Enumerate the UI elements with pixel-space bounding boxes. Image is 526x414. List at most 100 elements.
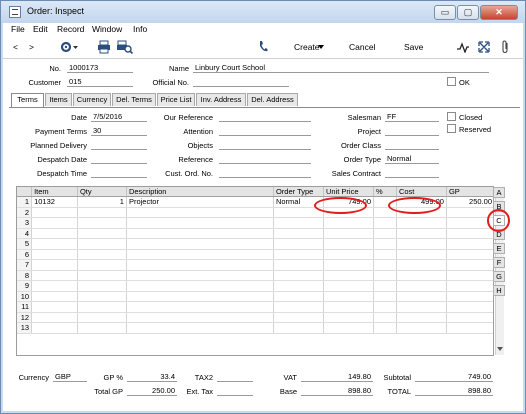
unit-price-cell[interactable]: [323, 238, 375, 250]
table-row[interactable]: 5: [17, 238, 493, 250]
gear-icon[interactable]: [59, 40, 79, 54]
ok-checkbox[interactable]: [447, 77, 456, 86]
unit-price-cell[interactable]: [323, 322, 375, 334]
project-field[interactable]: [385, 126, 439, 136]
cost-cell[interactable]: [396, 322, 447, 334]
objects-field[interactable]: [219, 140, 311, 150]
order-type-cell[interactable]: [273, 228, 324, 239]
close-button[interactable]: ✕: [480, 5, 518, 20]
description-cell[interactable]: [126, 280, 274, 292]
gp-cell[interactable]: [446, 312, 493, 323]
description-cell[interactable]: [126, 238, 274, 250]
qty-cell[interactable]: [77, 249, 127, 260]
cost-cell[interactable]: [396, 228, 447, 239]
menu-file[interactable]: File: [11, 24, 25, 34]
table-row[interactable]: 3: [17, 217, 493, 229]
percent-cell[interactable]: [373, 291, 397, 302]
table-row[interactable]: 6: [17, 249, 493, 260]
tab-price-list[interactable]: Price List: [157, 93, 195, 106]
save-button[interactable]: Save: [404, 42, 423, 52]
cost-cell[interactable]: [396, 238, 447, 250]
order-type-cell[interactable]: [273, 249, 324, 260]
table-row[interactable]: 11: [17, 301, 493, 313]
gp-cell[interactable]: [446, 228, 493, 239]
qty-cell[interactable]: [77, 312, 127, 323]
unit-price-cell[interactable]: [323, 301, 375, 313]
col-qty[interactable]: Qty: [77, 187, 127, 197]
col-item[interactable]: Item: [31, 187, 78, 197]
reserved-checkbox[interactable]: [447, 124, 456, 133]
print-icon[interactable]: [97, 40, 111, 54]
despatch-date-field[interactable]: [91, 154, 147, 164]
tab-terms[interactable]: Terms: [11, 93, 44, 107]
cost-cell[interactable]: [396, 301, 447, 313]
official-no-field[interactable]: [193, 77, 289, 87]
side-tab-a[interactable]: A: [493, 187, 505, 198]
side-tab-g[interactable]: G: [493, 271, 505, 282]
percent-cell[interactable]: [373, 249, 397, 260]
planned-delivery-field[interactable]: [91, 140, 147, 150]
percent-cell[interactable]: [373, 270, 397, 281]
side-tab-h[interactable]: H: [493, 285, 505, 296]
print-preview-icon[interactable]: [117, 40, 133, 54]
unit-price-cell[interactable]: [323, 228, 375, 239]
item-cell[interactable]: [31, 312, 78, 323]
cost-cell[interactable]: [396, 291, 447, 302]
percent-cell[interactable]: [373, 280, 397, 292]
salesman-field[interactable]: FF: [385, 112, 439, 122]
activity-icon[interactable]: [457, 41, 469, 53]
order-class-field[interactable]: [385, 140, 439, 150]
cancel-button[interactable]: Cancel: [349, 42, 375, 52]
qty-cell[interactable]: [77, 207, 127, 218]
description-cell[interactable]: [126, 301, 274, 313]
description-cell[interactable]: [126, 312, 274, 323]
sales-contract-field[interactable]: [385, 168, 439, 178]
percent-cell[interactable]: [373, 217, 397, 229]
col-unit-price[interactable]: Unit Price: [323, 187, 375, 197]
tab-del-terms[interactable]: Del. Terms: [112, 93, 156, 106]
gp-cell[interactable]: [446, 270, 493, 281]
cost-cell[interactable]: [396, 259, 447, 271]
expand-icon[interactable]: [478, 41, 490, 53]
menu-edit[interactable]: Edit: [33, 24, 48, 34]
description-cell[interactable]: [126, 249, 274, 260]
side-tab-e[interactable]: E: [493, 243, 505, 254]
gp-cell[interactable]: [446, 301, 493, 313]
maximize-button[interactable]: ▢: [457, 5, 479, 20]
gp-cell[interactable]: [446, 259, 493, 271]
qty-cell[interactable]: [77, 322, 127, 334]
cost-cell[interactable]: [396, 249, 447, 260]
unit-price-cell[interactable]: [323, 259, 375, 271]
forward-button[interactable]: >: [29, 42, 34, 52]
description-cell[interactable]: [126, 207, 274, 218]
qty-cell[interactable]: [77, 217, 127, 229]
unit-price-cell[interactable]: [323, 280, 375, 292]
cost-cell[interactable]: [396, 312, 447, 323]
gp-cell[interactable]: [446, 249, 493, 260]
percent-cell[interactable]: [373, 301, 397, 313]
description-cell[interactable]: Projector: [126, 196, 274, 208]
date-field[interactable]: 7/5/2016: [91, 112, 147, 122]
item-cell[interactable]: [31, 249, 78, 260]
description-cell[interactable]: [126, 217, 274, 229]
item-cell[interactable]: [31, 207, 78, 218]
description-cell[interactable]: [126, 228, 274, 239]
minimize-button[interactable]: ▭: [434, 5, 456, 20]
item-cell[interactable]: [31, 291, 78, 302]
name-field[interactable]: Linbury Court School: [193, 63, 489, 73]
table-row[interactable]: 4: [17, 228, 493, 239]
order-type-cell[interactable]: [273, 270, 324, 281]
order-type-cell[interactable]: [273, 322, 324, 334]
scroll-down-icon[interactable]: [497, 347, 504, 352]
back-button[interactable]: <: [13, 42, 18, 52]
item-cell[interactable]: [31, 301, 78, 313]
menu-info[interactable]: Info: [133, 24, 147, 34]
item-cell[interactable]: [31, 228, 78, 239]
col-cost[interactable]: Cost: [396, 187, 447, 197]
gp-cell[interactable]: [446, 280, 493, 292]
col-percent[interactable]: %: [373, 187, 397, 197]
order-type-cell[interactable]: [273, 217, 324, 229]
qty-cell[interactable]: [77, 259, 127, 271]
unit-price-cell[interactable]: [323, 291, 375, 302]
table-row[interactable]: 7: [17, 259, 493, 271]
